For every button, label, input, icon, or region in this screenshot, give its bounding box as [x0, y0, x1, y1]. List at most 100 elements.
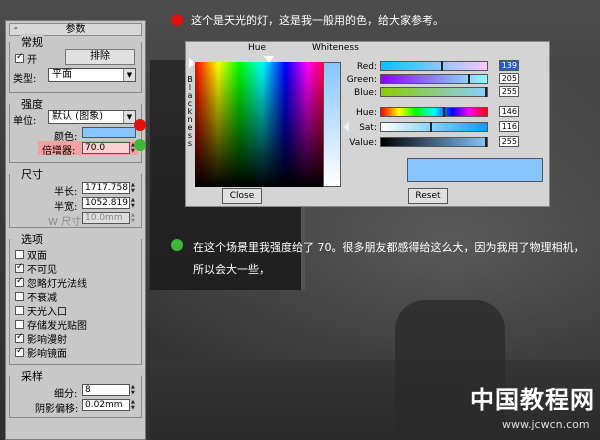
shadow-bias-label: 阴影偏移: — [35, 404, 79, 415]
option-label: 双面 — [27, 251, 47, 262]
w-size-field: 10.0mm — [82, 212, 130, 224]
w-size-value: 10.0mm — [85, 213, 123, 223]
option-skylight-portal[interactable]: 天光入口 — [15, 303, 67, 318]
option-checkbox[interactable] — [15, 306, 24, 315]
subdivs-value: 8 — [85, 385, 91, 395]
half-length-value: 1717.758 — [85, 183, 128, 193]
sampling-group: 采样 细分: 8 ▲ ▼ 阴影偏移: 0.02mm ▲ ▼ — [9, 368, 142, 418]
hue-blackness-field[interactable] — [195, 62, 330, 187]
option-checkbox[interactable] — [15, 250, 24, 259]
option-label: 存储发光贴图 — [27, 321, 87, 332]
hue-label: Hue — [248, 43, 267, 53]
red-slider[interactable] — [380, 61, 488, 71]
group-title: 常规 — [20, 34, 44, 50]
hue-row-label: Hue: — [355, 108, 377, 118]
option-checkbox[interactable] — [15, 346, 24, 357]
half-length-field[interactable]: 1717.758 — [82, 182, 130, 194]
options-group: 选项 双面 不可见 忽略灯光法线 不衰减 天光入口 存储发光贴图 影响漫射 — [9, 231, 142, 365]
on-label: 开 — [27, 55, 37, 66]
sat-slider[interactable] — [380, 122, 488, 132]
rollout-title: 参数 — [65, 24, 86, 35]
w-size-label: W 尺寸 — [48, 217, 82, 228]
half-length-spinner-icon[interactable]: ▲ ▼ — [131, 182, 137, 194]
option-label: 不衰减 — [27, 293, 57, 304]
collapse-icon[interactable]: - — [14, 23, 18, 34]
units-dropdown[interactable]: 默认 (图象) ▼ — [48, 110, 136, 124]
sat-label: Sat: — [359, 123, 377, 133]
value-label: Value: — [349, 138, 377, 148]
option-checkbox[interactable] — [15, 262, 24, 273]
value-slider[interactable] — [380, 137, 488, 147]
whiteness-bar[interactable] — [323, 62, 341, 187]
note-2: 在这个场景里我强度给了 70。很多朋友都感得给这么大，因为我用了物理相机，所以会… — [193, 241, 585, 276]
option-checkbox[interactable] — [15, 292, 24, 301]
blue-label: Blue: — [354, 88, 377, 98]
hue-slider[interactable] — [380, 107, 488, 117]
green-value[interactable]: 205 — [499, 73, 519, 84]
light-color-swatch[interactable] — [82, 127, 136, 138]
value-knob[interactable] — [485, 137, 487, 147]
green-slider[interactable] — [380, 74, 488, 84]
note-1: 这个是天光的灯，这是我一般用的色，给大家参考。 — [191, 14, 444, 27]
option-label: 影响漫射 — [27, 335, 67, 346]
sat-value[interactable]: 116 — [499, 121, 519, 132]
half-width-label: 半宽: — [54, 202, 78, 213]
option-checkbox[interactable] — [15, 320, 24, 329]
close-button[interactable]: Close — [222, 188, 262, 204]
exclude-button[interactable]: 排除 — [65, 49, 135, 65]
half-width-spinner-icon[interactable]: ▲ ▼ — [131, 197, 137, 209]
red-value[interactable]: 139 — [499, 60, 519, 71]
shadow-bias-field[interactable]: 0.02mm — [82, 399, 130, 411]
option-label: 不可见 — [27, 265, 57, 276]
subdivs-label: 细分: — [54, 389, 78, 400]
type-value: 平面 — [52, 69, 72, 80]
group-title: 采样 — [20, 368, 44, 384]
option-label: 天光入口 — [27, 307, 67, 318]
value-value[interactable]: 255 — [499, 136, 519, 147]
option-label: 忽略灯光法线 — [27, 279, 87, 290]
option-checkbox[interactable] — [15, 332, 24, 343]
option-ignore-light-normals[interactable]: 忽略灯光法线 — [15, 275, 87, 290]
general-group: 常规 开 排除 类型: 平面 ▼ — [9, 34, 142, 93]
shadow-bias-spinner-icon[interactable]: ▲ ▼ — [131, 399, 137, 411]
on-checkbox[interactable] — [15, 52, 24, 63]
group-title: 强度 — [20, 96, 44, 112]
hue-knob[interactable] — [443, 107, 445, 117]
w-size-spinner-icon: ▲ ▼ — [131, 212, 135, 224]
subdivs-field[interactable]: 8 — [82, 384, 130, 396]
on-toggle[interactable]: 开 — [15, 51, 37, 66]
option-invisible[interactable]: 不可见 — [15, 261, 57, 276]
units-value: 默认 (图象) — [52, 111, 103, 122]
sat-knob[interactable] — [430, 122, 432, 132]
green-label: Green: — [346, 75, 377, 85]
units-label: 单位: — [13, 116, 37, 127]
option-affect-diffuse[interactable]: 影响漫射 — [15, 331, 67, 346]
green-knob[interactable] — [468, 74, 470, 84]
color-preview-swatch — [407, 158, 543, 182]
option-affect-specular[interactable]: 影响镜面 — [15, 345, 67, 360]
chevron-down-icon: ▼ — [123, 111, 135, 123]
color-selector-dialog: Hue Whiteness B l a c k n e s s Red: 139… — [185, 41, 550, 207]
option-store-irradiance-map[interactable]: 存储发光贴图 — [15, 317, 87, 332]
hue-value[interactable]: 146 — [499, 106, 519, 117]
blue-knob[interactable] — [485, 87, 487, 97]
type-dropdown[interactable]: 平面 ▼ — [48, 68, 136, 82]
group-title: 尺寸 — [20, 166, 44, 182]
option-no-decay[interactable]: 不衰减 — [15, 289, 57, 304]
blue-value[interactable]: 255 — [499, 86, 519, 97]
half-width-field[interactable]: 1052.819 — [82, 197, 130, 209]
green-bullet-dot — [171, 239, 183, 251]
subdivs-spinner-icon[interactable]: ▲ ▼ — [131, 384, 137, 396]
site-watermark-url: www.jcwcn.com — [502, 418, 590, 431]
option-double-sided[interactable]: 双面 — [15, 247, 47, 262]
red-knob[interactable] — [441, 61, 443, 71]
blue-slider[interactable] — [380, 87, 488, 97]
half-length-label: 半长: — [54, 187, 78, 198]
chevron-down-icon: ▼ — [123, 69, 135, 81]
option-checkbox[interactable] — [15, 276, 24, 287]
type-label: 类型: — [13, 74, 37, 85]
reset-button[interactable]: Reset — [408, 188, 448, 204]
site-watermark-title: 中国教程网 — [470, 385, 595, 414]
red-bullet-dot — [171, 14, 183, 26]
multiplier-field[interactable]: 70.0 — [82, 142, 130, 154]
